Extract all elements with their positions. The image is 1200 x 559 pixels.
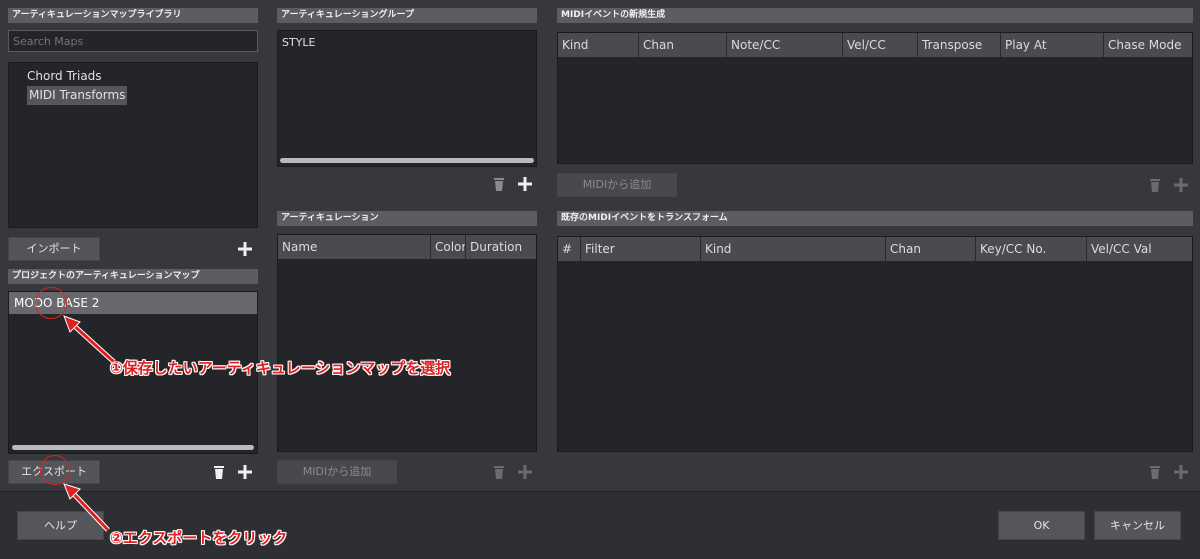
- horizontal-scrollbar[interactable]: [12, 445, 254, 450]
- column-header-vel-cc-val[interactable]: Vel/CC Val: [1087, 237, 1192, 261]
- column-header-chase-mode[interactable]: Chase Mode: [1104, 33, 1192, 57]
- column-header-color[interactable]: Color: [431, 235, 466, 259]
- add-from-midi-button[interactable]: MIDIから追加: [277, 460, 397, 484]
- column-header-transpose[interactable]: Transpose: [918, 33, 1001, 57]
- trash-icon[interactable]: [1147, 464, 1163, 480]
- plus-icon[interactable]: [237, 464, 253, 480]
- midi-transform-header: 既存のMIDIイベントをトランスフォーム: [557, 211, 1193, 226]
- column-header-key-cc-no[interactable]: Key/CC No.: [976, 237, 1087, 261]
- plus-icon[interactable]: [1173, 464, 1189, 480]
- import-button[interactable]: インポート: [8, 237, 100, 261]
- search-maps-input[interactable]: [8, 30, 258, 52]
- library-list: Chord Triads MIDI Transforms: [8, 62, 258, 228]
- library-item-midi-transforms[interactable]: MIDI Transforms: [27, 86, 128, 105]
- add-from-midi-button[interactable]: MIDIから追加: [557, 173, 677, 197]
- column-header-chan[interactable]: Chan: [886, 237, 976, 261]
- group-item-label: STYLE: [282, 36, 316, 49]
- ok-button[interactable]: OK: [998, 511, 1085, 540]
- library-header: アーティキュレーションマップライブラリ: [8, 8, 258, 23]
- plus-icon[interactable]: [517, 176, 533, 192]
- horizontal-scrollbar[interactable]: [280, 158, 534, 163]
- groups-list: STYLE: [277, 30, 537, 167]
- column-header-duration[interactable]: Duration: [466, 235, 536, 259]
- midi-new-header: MIDIイベントの新規生成: [557, 8, 1193, 23]
- articulations-header: アーティキュレーション: [277, 211, 537, 226]
- group-item-style[interactable]: STYLE: [282, 35, 316, 51]
- midi-transform-table: # Filter Kind Chan Key/CC No. Vel/CC Val: [557, 236, 1193, 452]
- trash-icon[interactable]: [491, 176, 507, 192]
- library-item-chord-triads[interactable]: Chord Triads: [27, 67, 102, 85]
- plus-icon[interactable]: [1173, 177, 1189, 193]
- cancel-button[interactable]: キャンセル: [1094, 511, 1181, 540]
- column-header-number[interactable]: #: [558, 237, 581, 261]
- column-header-kind[interactable]: Kind: [701, 237, 886, 261]
- trash-icon[interactable]: [1147, 177, 1163, 193]
- plus-icon[interactable]: [237, 241, 253, 257]
- library-item-label: MIDI Transforms: [29, 88, 126, 102]
- annotation-arrow-export: [63, 483, 110, 532]
- midi-new-table: Kind Chan Note/CC Vel/CC Transpose Play …: [557, 32, 1193, 164]
- project-maps-header: プロジェクトのアーティキュレーションマップ: [8, 269, 258, 284]
- column-header-play-at[interactable]: Play At: [1001, 33, 1104, 57]
- plus-icon[interactable]: [517, 464, 533, 480]
- articulations-table: Name Color Duration: [277, 234, 537, 452]
- annotation-step2: ②エクスポートをクリック: [110, 529, 288, 547]
- column-header-name[interactable]: Name: [278, 235, 431, 259]
- column-header-filter[interactable]: Filter: [581, 237, 701, 261]
- column-header-vel-cc[interactable]: Vel/CC: [843, 33, 918, 57]
- trash-icon[interactable]: [211, 464, 227, 480]
- column-header-chan[interactable]: Chan: [639, 33, 727, 57]
- annotation-step1: ①保存したいアーティキュレーションマップを選択: [110, 359, 451, 377]
- column-header-note-cc[interactable]: Note/CC: [727, 33, 843, 57]
- library-item-label: Chord Triads: [27, 69, 102, 83]
- groups-header: アーティキュレーショングループ: [277, 8, 537, 23]
- column-header-kind[interactable]: Kind: [558, 33, 639, 57]
- trash-icon[interactable]: [491, 464, 507, 480]
